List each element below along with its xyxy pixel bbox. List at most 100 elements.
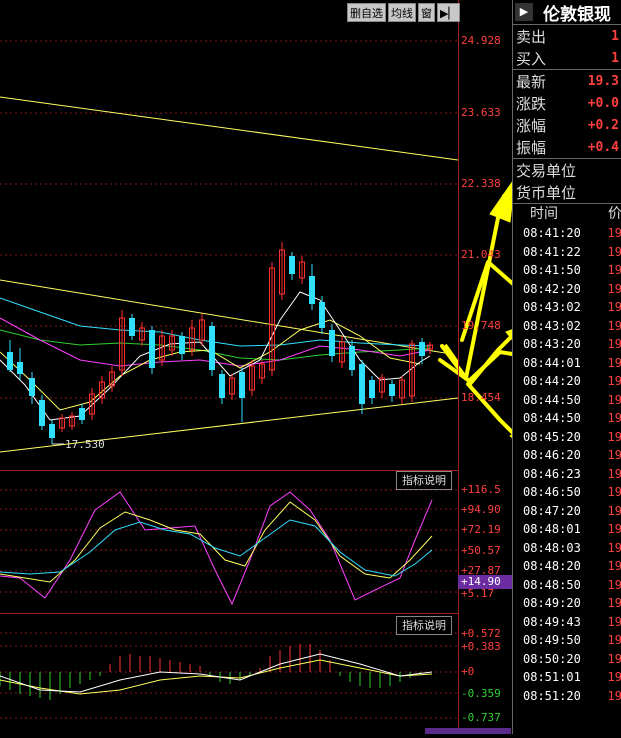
quote-header: ▶ 伦敦银现 — [513, 0, 621, 25]
quote-value: +0.4 — [587, 139, 619, 155]
tick-list[interactable]: 08:41:20 19 08:41:22 19 08:41:50 19 08:42:20 19… — [513, 224, 621, 705]
tick-price: 19 — [607, 337, 621, 351]
tick-price: 19 — [607, 540, 621, 555]
tick-time: 08:51:20 — [523, 688, 581, 703]
tick-price: 19 — [607, 318, 621, 333]
macd-tick: +0 — [461, 665, 475, 678]
tick-price: 19 — [607, 226, 621, 240]
panel-separator-kdj — [0, 470, 459, 471]
quote-value: +0.2 — [587, 117, 619, 133]
tick-table-header: 时间 价 — [513, 203, 621, 224]
quote-value: 19.3 — [587, 73, 619, 89]
tick-price: 19 — [607, 651, 621, 666]
quote-panel: ▶ 伦敦银现 卖出 1 买入 1 最新 19.3 涨跌 +0.0 涨幅 +0.2 振幅 +0… — [512, 0, 621, 734]
quote-label: 卖出 — [516, 27, 547, 46]
chart-area[interactable] — [0, 0, 507, 734]
quote-label: 涨跌 — [516, 94, 547, 113]
tick-price: 19 — [607, 503, 621, 518]
price-tick: 19.748 — [461, 319, 501, 332]
tick-price: 19 — [607, 559, 621, 573]
tick-price: 19 — [607, 448, 621, 462]
tick-time: 08:45:20 — [523, 429, 581, 444]
tick-row: 08:48:50 19 — [513, 576, 621, 595]
remove-watchlist-button[interactable]: 删自选 — [347, 3, 386, 22]
tick-row: 08:47:20 19 — [513, 502, 621, 521]
tick-row: 08:45:20 19 — [513, 428, 621, 447]
tick-row: 08:46:50 19 — [513, 483, 621, 502]
tick-price: 19 — [607, 392, 621, 407]
tick-time: 08:51:01 — [523, 670, 581, 684]
quote-row-change-pct: 涨幅 +0.2 — [513, 114, 621, 136]
price-tick: 23.633 — [461, 106, 501, 119]
macd-tick: -0.737 — [461, 711, 501, 724]
quote-value: +0.0 — [587, 95, 619, 111]
quote-row-buy: 买入 1 — [513, 47, 621, 69]
tick-row: 08:41:20 19 — [513, 224, 621, 243]
kdj-tick: +72.19 — [461, 523, 501, 536]
macd-lines — [0, 653, 433, 695]
moving-average-button[interactable]: 均线 — [388, 3, 416, 22]
tick-time: 08:44:50 — [523, 392, 581, 407]
tick-price: 19 — [607, 614, 621, 629]
tick-row: 08:51:01 19 — [513, 668, 621, 687]
time-column-header: 时间 — [530, 206, 558, 222]
tick-price: 19 — [607, 281, 621, 296]
tick-price: 19 — [607, 485, 621, 499]
tick-time: 08:42:20 — [523, 281, 581, 296]
tick-row: 08:44:50 19 — [513, 409, 621, 428]
price-tick: 21.043 — [461, 248, 501, 261]
kdj-tick: +116.5 — [461, 483, 501, 496]
tick-time: 08:43:02 — [523, 300, 581, 314]
collapse-arrow-icon[interactable]: ▶ — [515, 3, 533, 21]
trend-lines — [0, 96, 459, 453]
quote-label: 涨幅 — [516, 116, 547, 135]
tick-time: 08:44:50 — [523, 411, 581, 425]
tick-price: 19 — [607, 355, 621, 370]
tick-row: 08:49:20 19 — [513, 594, 621, 613]
quote-row-change: 涨跌 +0.0 — [513, 92, 621, 114]
tick-time: 08:49:43 — [523, 614, 581, 629]
kdj-current-value: +14.90 — [458, 575, 515, 589]
tick-row: 08:50:20 19 — [513, 650, 621, 669]
tick-row: 08:44:01 19 — [513, 354, 621, 373]
tick-row: 08:48:01 19 — [513, 520, 621, 539]
tick-price: 19 — [607, 670, 621, 684]
tick-time: 08:41:20 — [523, 226, 581, 240]
price-axis-line — [458, 0, 459, 734]
tick-time: 08:44:01 — [523, 355, 581, 370]
tick-row: 08:44:20 19 — [513, 372, 621, 391]
tick-row: 08:49:50 19 — [513, 631, 621, 650]
tick-time: 08:46:23 — [523, 466, 581, 481]
trade-unit-label: 交易单位 — [516, 161, 577, 180]
tick-time: 08:41:50 — [523, 263, 581, 277]
tick-time: 08:41:22 — [523, 244, 581, 259]
quote-label: 振幅 — [516, 138, 547, 157]
window-button[interactable]: 窗 — [418, 3, 435, 22]
tick-row: 08:48:03 19 — [513, 539, 621, 558]
quote-value: 1 — [611, 50, 619, 66]
scroll-indicator[interactable] — [425, 728, 511, 734]
tick-time: 08:48:01 — [523, 522, 581, 536]
tick-price: 19 — [607, 466, 621, 481]
kdj-indicator-help-button[interactable]: 指标说明 — [396, 471, 452, 490]
quote-label: 最新 — [516, 72, 547, 91]
currency-unit-label: 货币单位 — [516, 183, 577, 202]
tick-price: 19 — [607, 577, 621, 592]
quote-row-amplitude: 振幅 +0.4 — [513, 136, 621, 158]
tick-time: 08:49:20 — [523, 596, 581, 610]
quote-label: 买入 — [516, 49, 547, 68]
tick-row: 08:48:20 19 — [513, 557, 621, 576]
currency-unit-row: 货币单位 — [513, 181, 621, 203]
tick-price: 19 — [607, 374, 621, 388]
tick-price: 19 — [607, 411, 621, 425]
tick-row: 08:46:20 19 — [513, 446, 621, 465]
tick-row: 08:49:43 19 — [513, 613, 621, 632]
price-tick: 24.928 — [461, 34, 501, 47]
tick-time: 08:44:20 — [523, 374, 581, 388]
tick-time: 08:43:20 — [523, 337, 581, 351]
expand-icon[interactable]: ▶▏ — [437, 3, 460, 22]
tick-row: 08:43:02 19 — [513, 317, 621, 336]
tick-price: 19 — [607, 429, 621, 444]
macd-indicator-help-button[interactable]: 指标说明 — [396, 616, 452, 635]
quote-row-sell: 卖出 1 — [513, 25, 621, 47]
